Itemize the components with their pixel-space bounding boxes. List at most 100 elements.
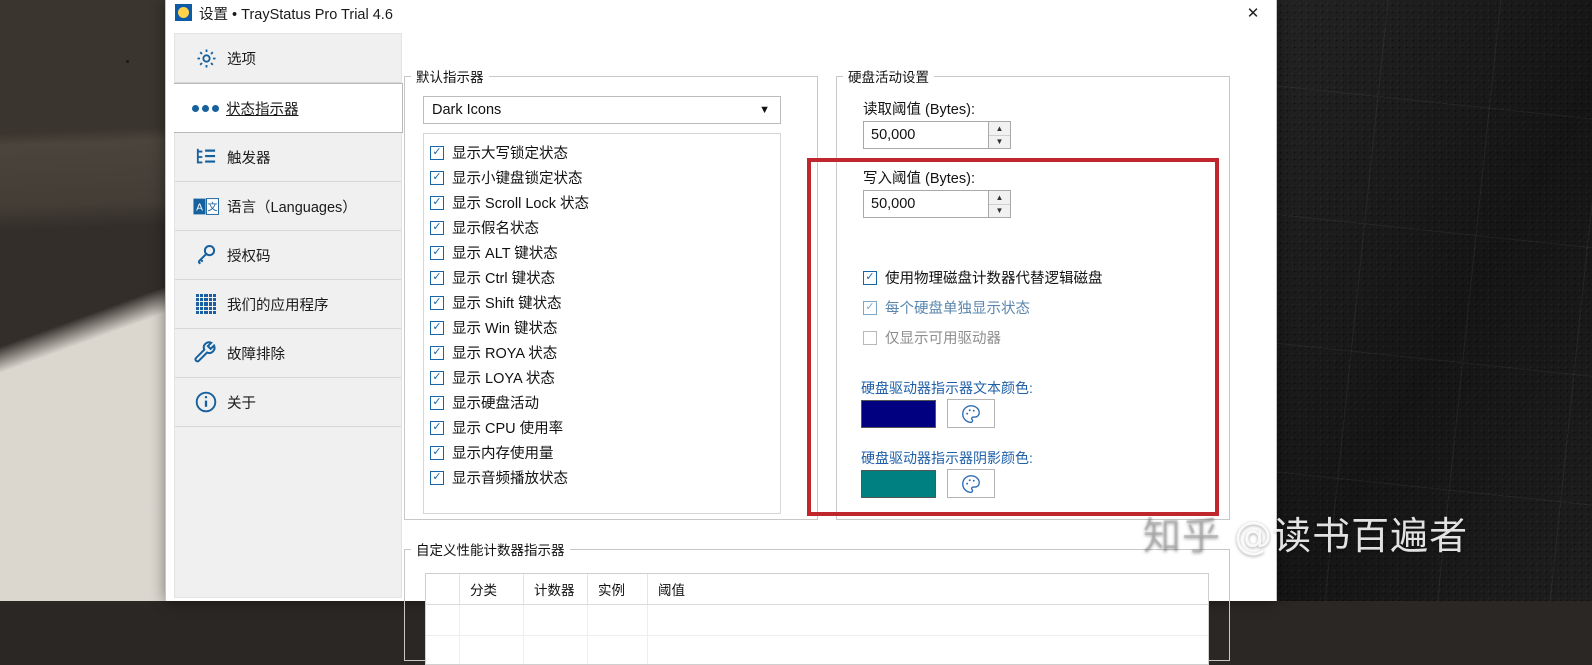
checkbox-roya[interactable]: ✓ — [430, 345, 444, 360]
sidebar-item-troubleshooting[interactable]: 故障排除 — [175, 329, 401, 378]
checkbox-memory-usage[interactable]: ✓ — [430, 445, 444, 460]
checkbox-row[interactable]: ✓ 显示硬盘活动 — [430, 390, 780, 415]
sidebar-item-our-apps[interactable]: 我们的应用程序 — [175, 280, 401, 329]
checkbox-row[interactable]: ✓ 显示 ALT 键状态 — [430, 240, 780, 265]
write-threshold-value: 50,000 — [871, 196, 916, 212]
palette-icon — [962, 474, 980, 493]
gear-icon — [191, 47, 221, 70]
sidebar-item-about[interactable]: 关于 — [175, 378, 401, 427]
window-title: 设置 • TrayStatus Pro Trial 4.6 — [199, 7, 393, 23]
title-bar: 设置 • TrayStatus Pro Trial 4.6 ✕ — [166, 0, 1276, 26]
checkbox-row[interactable]: ✓ 显示 ROYA 状态 — [430, 340, 780, 365]
checkbox-row[interactable]: ✓ 显示假名状态 — [430, 215, 780, 240]
disk-activity-group: 硬盘活动设置 读取阈值 (Bytes): 50,000 ▲ ▼ 写入阈值 (Byt… — [836, 66, 1230, 520]
language-icon: A 文 — [191, 197, 221, 215]
spin-down-icon[interactable]: ▼ — [989, 136, 1010, 149]
checkbox-row[interactable]: ✓ 显示 Scroll Lock 状态 — [430, 190, 780, 215]
sidebar-item-label: 状态指示器 — [226, 101, 299, 118]
sidebar-item-label: 触发器 — [227, 150, 271, 167]
checkbox-ctrl-key[interactable]: ✓ — [430, 270, 444, 285]
shadow-color-swatch[interactable] — [861, 470, 936, 498]
write-threshold-spin-buttons[interactable]: ▲ ▼ — [988, 191, 1010, 217]
sidebar-item-label: 关于 — [227, 395, 256, 412]
column-header-category: 分类 — [460, 574, 524, 604]
sidebar-item-languages[interactable]: A 文 语言（Languages） — [175, 182, 401, 231]
icon-theme-select[interactable]: Dark Icons ▼ — [423, 96, 781, 124]
checkbox-box[interactable]: ✓ — [863, 270, 877, 285]
sidebar-item-label: 选项 — [227, 51, 256, 68]
indicator-checkbox-list[interactable]: ✓ 显示大写锁定状态 ✓ 显示小键盘锁定状态 ✓ 显示 Scroll Lock 状态 … — [423, 133, 781, 514]
sidebar-item-options[interactable]: 选项 — [175, 34, 401, 83]
table-row[interactable] — [426, 636, 1208, 664]
column-header-select — [426, 574, 460, 604]
checkbox-shift-key[interactable]: ✓ — [430, 295, 444, 310]
shadow-color-picker-button[interactable] — [947, 469, 995, 498]
perf-counters-group: 自定义性能计数器指示器 分类 计数器 实例 阈值 — [404, 539, 1230, 665]
chevron-down-icon: ▼ — [759, 104, 770, 116]
checkbox-alt-key[interactable]: ✓ — [430, 245, 444, 260]
write-threshold-stepper[interactable]: 50,000 ▲ ▼ — [863, 190, 1011, 218]
spin-up-icon[interactable]: ▲ — [989, 191, 1010, 205]
checkbox-scroll-lock[interactable]: ✓ — [430, 195, 444, 210]
checkbox-win-key[interactable]: ✓ — [430, 320, 444, 335]
text-color-swatch[interactable] — [861, 400, 936, 428]
checkbox-audio-playback[interactable]: ✓ — [430, 470, 444, 485]
checkbox-caps-lock[interactable]: ✓ — [430, 145, 444, 160]
svg-text:A: A — [196, 202, 203, 213]
checkbox-row[interactable]: ✓ 显示 LOYA 状态 — [430, 365, 780, 390]
default-indicators-group: 默认指示器 Dark Icons ▼ ✓ 显示大写锁定状态 ✓ 显示小键盘锁定状态 … — [404, 66, 818, 520]
checkbox-label: 显示音频播放状态 — [452, 471, 568, 487]
text-color-label: 硬盘驱动器指示器文本颜色: — [861, 380, 1033, 396]
checkbox-row[interactable]: ✓ 显示内存使用量 — [430, 440, 780, 465]
checkbox-label: 显示假名状态 — [452, 221, 539, 237]
wallpaper-left — [0, 0, 180, 601]
checkbox-label: 显示大写锁定状态 — [452, 146, 568, 162]
app-grid-icon — [191, 294, 221, 314]
traystatus-icon — [175, 4, 192, 21]
default-indicators-legend: 默认指示器 — [416, 70, 484, 85]
close-icon[interactable]: ✕ — [1230, 0, 1276, 26]
checkbox-row[interactable]: ✓ 显示 Win 键状态 — [430, 315, 780, 340]
checkbox-label: 使用物理磁盘计数器代替逻辑磁盘 — [885, 271, 1103, 287]
perf-counters-table[interactable]: 分类 计数器 实例 阈值 — [425, 573, 1209, 665]
checkbox-kana[interactable]: ✓ — [430, 220, 444, 235]
read-threshold-value: 50,000 — [871, 127, 916, 143]
checkbox-label: 显示 CPU 使用率 — [452, 421, 564, 437]
checkbox-row[interactable]: ✓ 显示音频播放状态 — [430, 465, 780, 490]
checkbox-cpu-usage[interactable]: ✓ — [430, 420, 444, 435]
checkbox-show-each-disk[interactable]: ✓ 每个硬盘单独显示状态 — [863, 297, 1030, 318]
checkbox-row[interactable]: ✓ 显示 CPU 使用率 — [430, 415, 780, 440]
spin-up-icon[interactable]: ▲ — [989, 122, 1010, 136]
checkbox-row[interactable]: ✓ 显示 Ctrl 键状态 — [430, 265, 780, 290]
checkbox-physical-disk-counters[interactable]: ✓ 使用物理磁盘计数器代替逻辑磁盘 — [863, 267, 1103, 288]
shadow-color-label: 硬盘驱动器指示器阴影颜色: — [861, 450, 1033, 466]
checkbox-box[interactable]: ✓ — [863, 300, 877, 315]
table-row[interactable] — [426, 605, 1208, 636]
sidebar-item-license[interactable]: 授权码 — [175, 231, 401, 280]
text-color-picker-button[interactable] — [947, 399, 995, 428]
settings-content: 默认指示器 Dark Icons ▼ ✓ 显示大写锁定状态 ✓ 显示小键盘锁定状态 … — [404, 33, 1270, 665]
checkbox-row[interactable]: ✓ 显示小键盘锁定状态 — [430, 165, 780, 190]
checkbox-loya[interactable]: ✓ — [430, 370, 444, 385]
sidebar-item-triggers[interactable]: 触发器 — [175, 133, 401, 182]
checkbox-only-available-drives[interactable]: ✓ 仅显示可用驱动器 — [863, 327, 1001, 348]
checkbox-row[interactable]: ✓ 显示 Shift 键状态 — [430, 290, 780, 315]
checkbox-row[interactable]: ✓ 显示大写锁定状态 — [430, 140, 780, 165]
read-threshold-spin-buttons[interactable]: ▲ ▼ — [988, 122, 1010, 148]
checkbox-disk-activity[interactable]: ✓ — [430, 395, 444, 410]
checkbox-box[interactable]: ✓ — [863, 330, 877, 345]
checkbox-label: 显示小键盘锁定状态 — [452, 171, 583, 187]
trigger-tree-icon — [191, 147, 221, 167]
checkbox-num-lock[interactable]: ✓ — [430, 170, 444, 185]
read-threshold-stepper[interactable]: 50,000 ▲ ▼ — [863, 121, 1011, 149]
three-dots-icon — [190, 104, 220, 112]
watermark-zhihu: 知乎 — [1143, 514, 1222, 558]
table-header-row: 分类 计数器 实例 阈值 — [426, 574, 1208, 605]
read-threshold-label: 读取阈值 (Bytes): — [863, 102, 975, 118]
sidebar-item-status-indicators[interactable]: 状态指示器 — [174, 83, 403, 133]
sidebar-item-label: 故障排除 — [227, 346, 285, 363]
column-header-counter: 计数器 — [524, 574, 588, 604]
spin-down-icon[interactable]: ▼ — [989, 205, 1010, 218]
checkbox-label: 显示内存使用量 — [452, 446, 554, 462]
watermark: 知乎 @读书百遍者 — [1143, 505, 1468, 560]
